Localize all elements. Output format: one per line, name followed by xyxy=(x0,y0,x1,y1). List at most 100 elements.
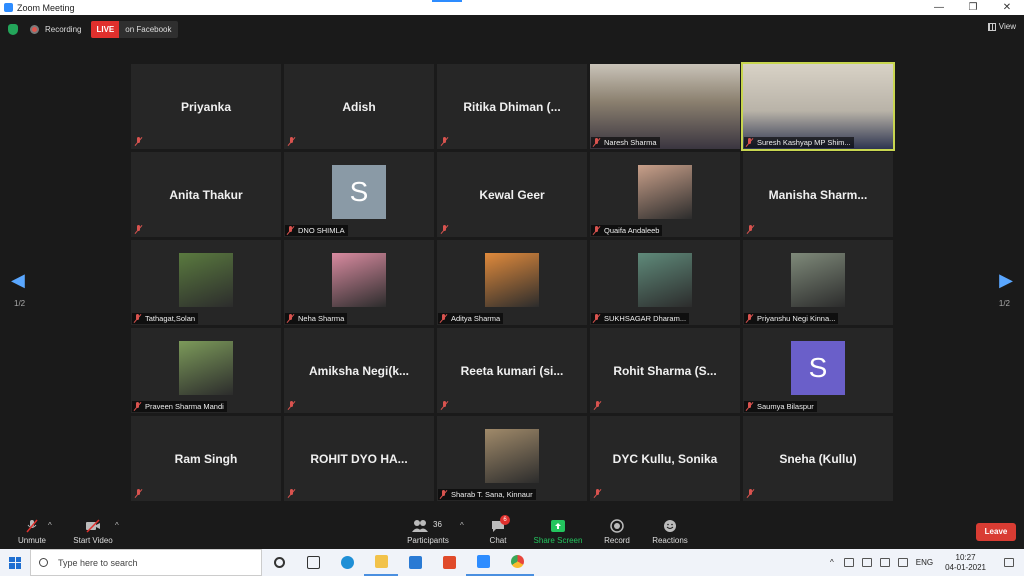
network-icon[interactable] xyxy=(843,558,854,567)
language-indicator[interactable]: ENG xyxy=(916,558,933,567)
participants-button[interactable]: 36 Participants xyxy=(398,519,458,545)
tray-expand-chevron-icon[interactable]: ^ xyxy=(830,558,834,567)
muted-mic-icon xyxy=(133,402,142,411)
participants-chevron-icon[interactable]: ^ xyxy=(460,521,464,530)
participant-name: Quaifa Andaleeb xyxy=(604,226,660,235)
video-options-chevron-icon[interactable]: ^ xyxy=(115,521,119,530)
zoom-icon xyxy=(476,555,490,568)
prev-page-icon[interactable]: ◀ xyxy=(11,270,25,291)
participant-tile[interactable]: Kewal Geer xyxy=(437,152,587,237)
muted-mic-icon xyxy=(439,314,448,323)
battery-icon[interactable] xyxy=(861,558,872,567)
chat-icon: 6 xyxy=(490,515,510,533)
participant-name: Aditya Sharma xyxy=(451,314,501,323)
muted-mic-icon xyxy=(287,489,296,498)
participant-tile[interactable]: Adish xyxy=(284,64,434,149)
participant-display-name: Anita Thakur xyxy=(169,188,243,202)
participant-name-label: Priyanshu Negi Kinna... xyxy=(744,313,839,324)
minimize-button[interactable]: — xyxy=(922,2,956,13)
muted-mic-icon xyxy=(133,314,142,323)
mail-button[interactable] xyxy=(398,549,432,576)
restore-button[interactable]: ❐ xyxy=(956,2,990,13)
muted-mic-icon xyxy=(286,314,295,323)
participant-tile[interactable]: SUKHSAGAR Dharam... xyxy=(590,240,740,325)
zoom-taskbar-button[interactable] xyxy=(466,549,500,576)
participant-name-label: Neha Sharma xyxy=(285,313,348,324)
volume-icon[interactable] xyxy=(879,558,890,567)
participant-tile[interactable]: Amiksha Negi(k... xyxy=(284,328,434,413)
participant-tile[interactable]: Ram Singh xyxy=(131,416,281,501)
reactions-button[interactable]: Reactions xyxy=(640,519,700,545)
muted-mic-icon xyxy=(134,137,143,146)
participant-display-name: Adish xyxy=(342,100,376,114)
record-button[interactable]: Record xyxy=(587,519,647,545)
participant-name-label: Aditya Sharma xyxy=(438,313,504,324)
chrome-icon xyxy=(510,555,524,568)
participants-icon: 36 xyxy=(411,519,445,533)
participant-tile[interactable]: ROHIT DYO HA... xyxy=(284,416,434,501)
participant-tile[interactable]: Reeta kumari (si... xyxy=(437,328,587,413)
file-explorer-button[interactable] xyxy=(364,549,398,576)
participant-name-label: Suresh Kashyap MP Shim... xyxy=(744,137,854,148)
participant-tile[interactable]: DYC Kullu, Sonika xyxy=(590,416,740,501)
office-button[interactable] xyxy=(432,549,466,576)
window-title: Zoom Meeting xyxy=(17,2,75,13)
participant-tile[interactable]: Sneha (Kullu) xyxy=(743,416,893,501)
participant-tile[interactable]: Sharab T. Sana, Kinnaur xyxy=(437,416,587,501)
participant-tile[interactable]: Neha Sharma xyxy=(284,240,434,325)
participant-tile[interactable]: S Saumya Bilaspur xyxy=(743,328,893,413)
windows-start-button[interactable] xyxy=(0,549,30,576)
taskbar-search-box[interactable]: Type here to search xyxy=(30,549,262,576)
participant-display-name: Priyanka xyxy=(180,100,232,114)
participant-tile[interactable]: Ritika Dhiman (... xyxy=(437,64,587,149)
avatar xyxy=(791,253,845,307)
folder-icon xyxy=(374,555,388,568)
audio-options-chevron-icon[interactable]: ^ xyxy=(48,521,52,530)
share-screen-button[interactable]: Share Screen xyxy=(528,519,588,545)
muted-mic-icon xyxy=(287,137,296,146)
participant-tile[interactable]: Aditya Sharma xyxy=(437,240,587,325)
wifi-icon[interactable] xyxy=(897,558,908,567)
muted-mic-icon xyxy=(440,401,449,410)
participant-tile[interactable]: Manisha Sharm... xyxy=(743,152,893,237)
cortana-button[interactable] xyxy=(262,549,296,576)
participant-name: Priyanshu Negi Kinna... xyxy=(757,314,836,323)
chat-button[interactable]: 6 Chat xyxy=(468,515,528,545)
smiley-icon xyxy=(662,519,678,533)
muted-mic-icon xyxy=(134,489,143,498)
next-page-icon[interactable]: ▶ xyxy=(999,270,1013,291)
unmute-button[interactable]: Unmute xyxy=(2,519,62,545)
participant-tile[interactable]: Tathagat,Solan xyxy=(131,240,281,325)
participant-tile[interactable]: Naresh Sharma xyxy=(590,64,740,149)
start-video-button[interactable]: Start Video xyxy=(63,519,123,545)
share-screen-label: Share Screen xyxy=(533,536,583,545)
task-view-button[interactable] xyxy=(296,549,330,576)
participant-tile[interactable]: Praveen Sharma Mandi xyxy=(131,328,281,413)
participant-name-label: DNO SHIMLA xyxy=(285,225,348,236)
shield-icon[interactable] xyxy=(8,24,18,35)
participant-tile[interactable]: Suresh Kashyap MP Shim... xyxy=(741,62,895,151)
participant-name-label: Tathagat,Solan xyxy=(132,313,199,324)
notifications-icon[interactable] xyxy=(1004,558,1014,567)
close-button[interactable]: ✕ xyxy=(990,2,1024,13)
participant-tile[interactable]: Anita Thakur xyxy=(131,152,281,237)
taskbar-clock[interactable]: 10:27 04-01-2021 xyxy=(945,553,986,573)
start-video-label: Start Video xyxy=(73,536,113,545)
participant-tile[interactable]: Rohit Sharma (S... xyxy=(590,328,740,413)
recording-icon xyxy=(30,25,39,34)
muted-mic-icon xyxy=(746,225,755,234)
live-badge: LIVE xyxy=(91,21,120,38)
focus-strip xyxy=(432,0,462,2)
participants-label: Participants xyxy=(407,536,449,545)
search-placeholder: Type here to search xyxy=(58,557,138,568)
participant-tile[interactable]: S DNO SHIMLA xyxy=(284,152,434,237)
participant-tile[interactable]: Quaifa Andaleeb xyxy=(590,152,740,237)
leave-button[interactable]: Leave xyxy=(976,523,1016,541)
view-button[interactable]: View xyxy=(987,22,1016,31)
edge-button[interactable] xyxy=(330,549,364,576)
muted-mic-icon xyxy=(440,137,449,146)
participant-tile[interactable]: Priyanshu Negi Kinna... xyxy=(743,240,893,325)
chrome-button[interactable] xyxy=(500,549,534,576)
live-stream-indicator[interactable]: LIVE on Facebook xyxy=(91,21,178,38)
participant-tile[interactable]: Priyanka xyxy=(131,64,281,149)
